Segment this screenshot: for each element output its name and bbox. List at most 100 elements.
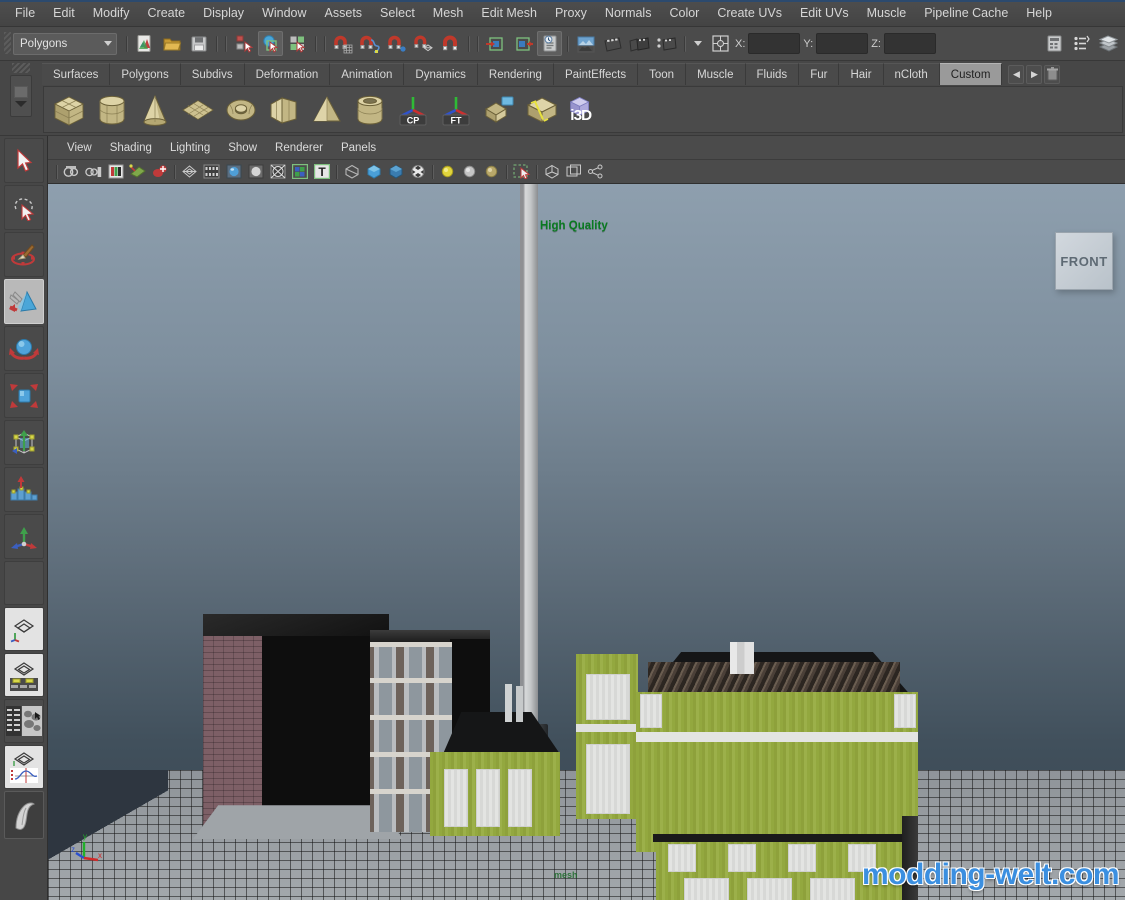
light-scene-icon[interactable] <box>481 162 502 182</box>
show-tool-settings-icon[interactable] <box>1069 31 1094 56</box>
smooth-shade-all-icon[interactable] <box>201 162 222 182</box>
menu-set-selector[interactable]: Polygons <box>13 32 117 55</box>
camera-attributes-icon[interactable] <box>83 162 104 182</box>
open-scene-icon[interactable] <box>159 31 184 56</box>
rotate-tool[interactable] <box>3 326 44 371</box>
create-cp-locator-icon[interactable]: CP <box>396 93 430 127</box>
shelf-tab-toon[interactable]: Toon <box>638 63 687 85</box>
xray-icon[interactable] <box>407 162 428 182</box>
shelf-tab-custom[interactable]: Custom <box>939 63 1003 85</box>
toolbar-separator[interactable] <box>213 33 220 55</box>
layout-persp-outliner[interactable] <box>3 653 44 697</box>
toolbar-separator[interactable] <box>333 164 340 179</box>
warehouse-back-panel-1[interactable] <box>640 694 662 728</box>
viewport-toolbar-grip[interactable] <box>53 164 60 179</box>
select-tool[interactable] <box>3 138 44 183</box>
flat-shade-icon[interactable] <box>245 162 266 182</box>
shelf-tab-surfaces[interactable]: Surfaces <box>42 63 111 85</box>
center-hall-panel-1[interactable] <box>444 769 468 827</box>
menu-file[interactable]: File <box>6 3 44 23</box>
toolbar-separator[interactable] <box>123 33 130 55</box>
toolbar-separator[interactable] <box>681 33 688 55</box>
shelf-tab-fur[interactable]: Fur <box>799 63 840 85</box>
selection-mask-icon[interactable] <box>708 31 733 56</box>
shelf-tab-painteffects[interactable]: PaintEffects <box>553 63 639 85</box>
warehouse-front-roof[interactable] <box>653 834 908 842</box>
soft-modification-tool[interactable] <box>3 467 44 512</box>
viewport-menu-show[interactable]: Show <box>219 140 266 156</box>
viewport-3d-canvas[interactable]: High Quality FRONT mesh modding-welt.com… <box>48 184 1125 900</box>
warehouse-front-top-panel-2[interactable] <box>728 844 756 872</box>
warehouse-roof-stacks[interactable] <box>730 642 754 674</box>
center-hall-stack-a[interactable] <box>505 684 512 722</box>
toolbar-separator[interactable] <box>312 33 319 55</box>
shelf-tab-next-button[interactable]: ▶ <box>1026 64 1043 84</box>
scale-tool[interactable] <box>3 373 44 418</box>
warehouse-back-panel-2[interactable] <box>894 694 916 728</box>
snap-to-grid-icon[interactable] <box>330 31 355 56</box>
toolbar-separator[interactable] <box>465 33 472 55</box>
poly-torus-icon[interactable] <box>224 93 258 127</box>
two-sided-lighting-icon[interactable] <box>127 162 148 182</box>
construction-history-input-icon[interactable] <box>483 31 508 56</box>
view-cube[interactable]: FRONT <box>1055 232 1113 290</box>
resolution-gate-icon[interactable] <box>585 162 606 182</box>
menu-muscle[interactable]: Muscle <box>858 3 916 23</box>
center-hall-panel-3[interactable] <box>508 769 532 827</box>
snap-to-point-icon[interactable] <box>384 31 409 56</box>
shelf-tab-prev-button[interactable]: ◀ <box>1008 64 1025 84</box>
shelf-tab-polygons[interactable]: Polygons <box>110 63 181 85</box>
show-channel-box-icon[interactable] <box>1096 31 1121 56</box>
statusline-grip[interactable] <box>4 31 11 54</box>
transform-z-input[interactable] <box>883 33 936 54</box>
toolbar-separator[interactable] <box>533 164 540 179</box>
construction-history-toggle-icon[interactable] <box>537 31 562 56</box>
image-plane-icon[interactable] <box>105 162 126 182</box>
mid-hall-panel-2[interactable] <box>586 744 630 814</box>
mid-hall-panel-1[interactable] <box>586 674 630 720</box>
warehouse-front-panel-2[interactable] <box>747 878 792 900</box>
center-hall-panel-2[interactable] <box>476 769 500 827</box>
menu-color[interactable]: Color <box>660 3 708 23</box>
menu-help[interactable]: Help <box>1017 3 1061 23</box>
menu-window[interactable]: Window <box>253 3 315 23</box>
menu-create[interactable]: Create <box>139 3 195 23</box>
toolbar-separator[interactable] <box>171 164 178 179</box>
toolbar-separator[interactable] <box>474 33 481 55</box>
select-camera-icon[interactable] <box>61 162 82 182</box>
wireframe-icon[interactable] <box>179 162 200 182</box>
shaded-wireframe-icon[interactable] <box>267 162 288 182</box>
render-current-frame-icon[interactable] <box>573 31 598 56</box>
select-by-hierarchy-icon[interactable] <box>231 31 256 56</box>
menu-normals[interactable]: Normals <box>596 3 661 23</box>
shelf-tab-dynamics[interactable]: Dynamics <box>404 63 478 85</box>
viewport-menu-lighting[interactable]: Lighting <box>161 140 219 156</box>
menu-pipeline-cache[interactable]: Pipeline Cache <box>915 3 1017 23</box>
show-attribute-editor-icon[interactable] <box>1042 31 1067 56</box>
save-scene-icon[interactable] <box>186 31 211 56</box>
snap-to-view-planes-icon[interactable] <box>438 31 463 56</box>
viewport-menu-panels[interactable]: Panels <box>332 140 385 156</box>
select-by-component-type-icon[interactable] <box>285 31 310 56</box>
smooth-shade-selected-icon[interactable] <box>223 162 244 182</box>
shelf-tab-rendering[interactable]: Rendering <box>477 63 554 85</box>
layout-single-perspective[interactable] <box>3 607 44 651</box>
viewport-menu-renderer[interactable]: Renderer <box>266 140 332 156</box>
poly-cone-icon[interactable] <box>138 93 172 127</box>
warehouse-front-top-panel-1[interactable] <box>668 844 696 872</box>
poly-pipe-icon[interactable] <box>353 93 387 127</box>
text-display-icon[interactable]: T <box>311 162 332 182</box>
trash-icon[interactable] <box>1044 64 1061 84</box>
use-no-lights-icon[interactable] <box>385 162 406 182</box>
grid-toggle-icon[interactable] <box>541 162 562 182</box>
viewport-menu-shading[interactable]: Shading <box>101 140 161 156</box>
shelf-grip[interactable] <box>12 63 30 73</box>
menu-edit-mesh[interactable]: Edit Mesh <box>472 3 546 23</box>
brick-building-roof[interactable] <box>203 614 389 636</box>
use-all-lights-icon[interactable] <box>363 162 384 182</box>
layout-hypergraph-persp[interactable] <box>3 699 44 743</box>
i3d-export-icon[interactable]: i3D <box>568 93 602 127</box>
shelf-tab-muscle[interactable]: Muscle <box>686 63 746 85</box>
construction-history-output-icon[interactable] <box>510 31 535 56</box>
toolbar-separator[interactable] <box>429 164 436 179</box>
